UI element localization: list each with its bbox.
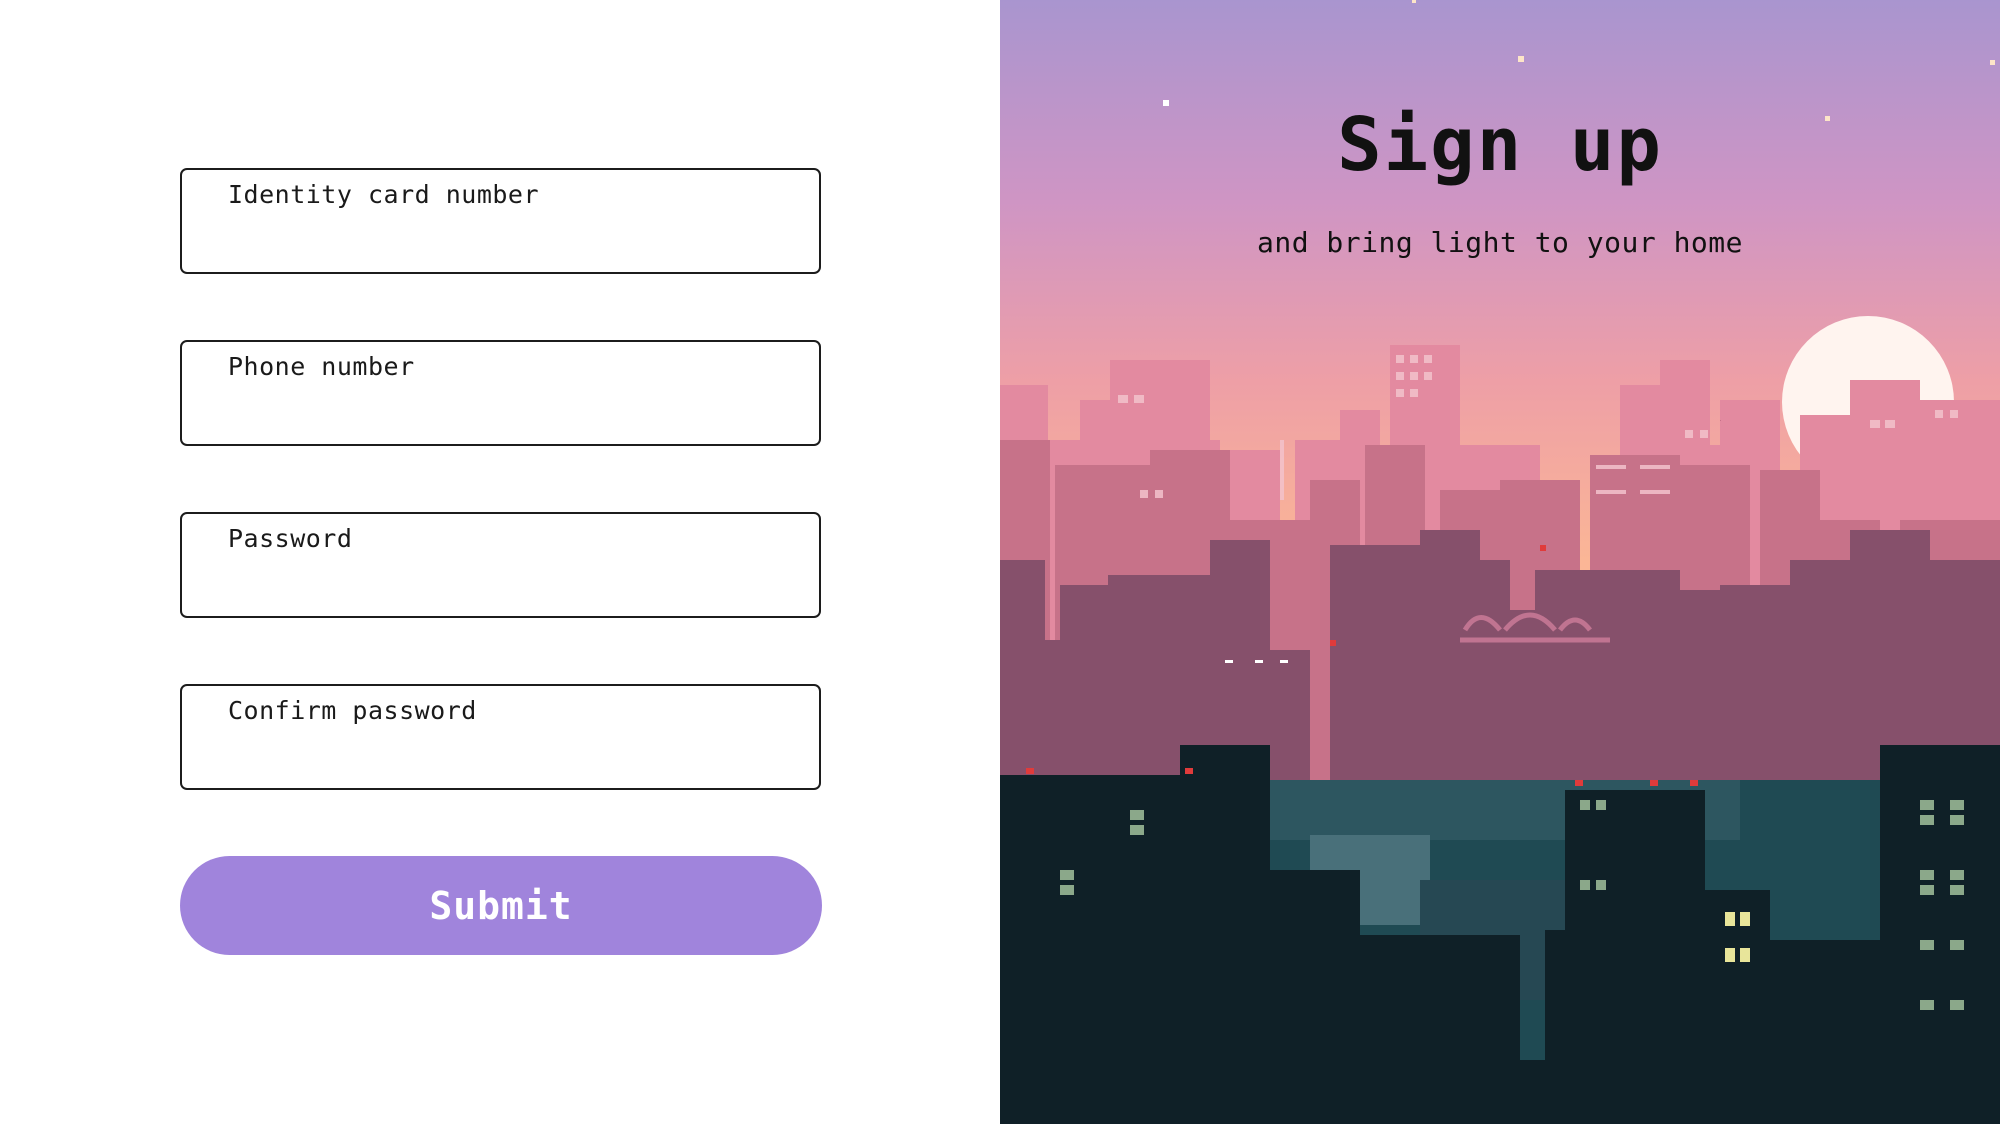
confirm-password-input[interactable]: [228, 734, 799, 776]
identity-card-input[interactable]: [228, 218, 799, 260]
signup-title: Sign up: [1337, 102, 1663, 188]
submit-button[interactable]: Submit: [180, 856, 822, 955]
phone-number-input[interactable]: [228, 390, 799, 432]
phone-number-field[interactable]: Phone number: [180, 340, 821, 446]
signup-subtitle: and bring light to your home: [1256, 226, 1743, 259]
identity-card-field[interactable]: Identity card number: [180, 168, 821, 274]
hero-panel: Sign up and bring light to your home: [1000, 0, 2000, 1124]
phone-number-label: Phone number: [228, 352, 415, 381]
signup-form: Identity card number Phone number Passwo…: [0, 0, 1000, 1124]
confirm-password-field[interactable]: Confirm password: [180, 684, 821, 790]
password-field[interactable]: Password: [180, 512, 821, 618]
password-input[interactable]: [228, 562, 799, 604]
identity-card-label: Identity card number: [228, 180, 540, 209]
password-label: Password: [228, 524, 353, 553]
confirm-password-label: Confirm password: [228, 696, 477, 725]
